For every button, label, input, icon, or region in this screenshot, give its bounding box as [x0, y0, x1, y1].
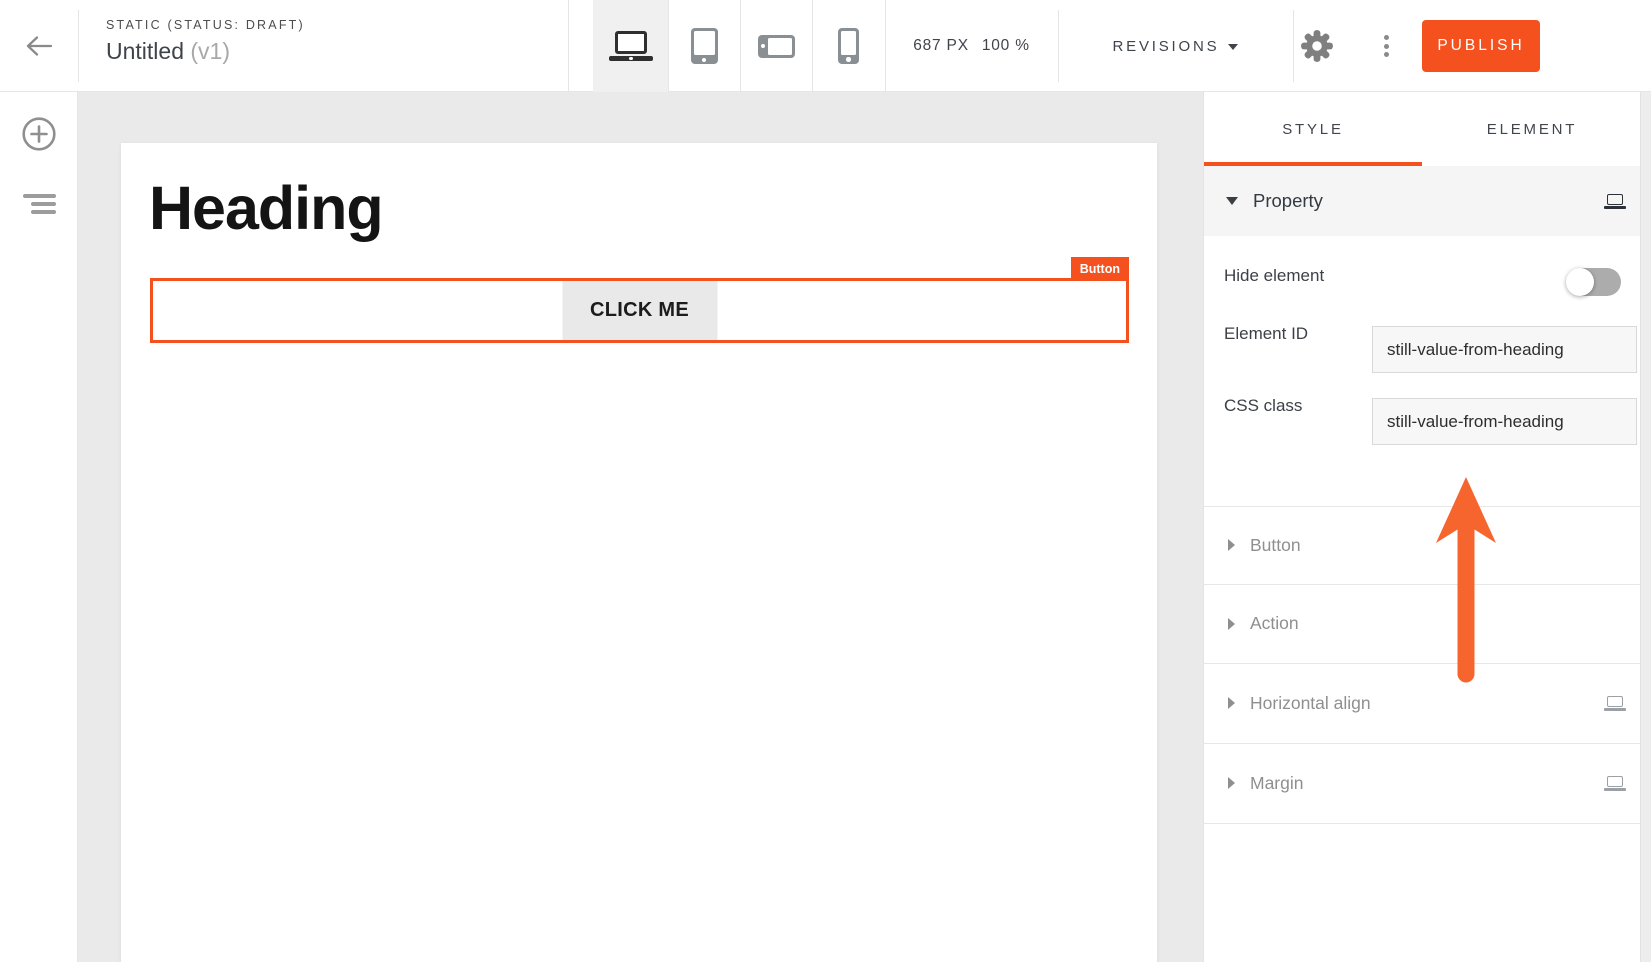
list-icon	[23, 194, 56, 198]
selection-tag: Button	[1071, 257, 1129, 281]
zoom-level[interactable]: 100 %	[982, 37, 1030, 55]
section-button-label: Button	[1250, 535, 1301, 556]
device-tablet-button[interactable]	[668, 0, 740, 92]
section-property-header[interactable]: Property	[1204, 166, 1641, 236]
publish-button[interactable]: PUBLISH	[1422, 20, 1540, 72]
page-card[interactable]: Heading Button CLICK ME	[121, 143, 1157, 962]
revisions-label: REVISIONS	[1113, 38, 1220, 55]
section-button-header[interactable]: Button	[1204, 506, 1641, 584]
section-horizontal-align-label: Horizontal align	[1250, 693, 1371, 714]
canvas-button-element[interactable]: CLICK ME	[562, 281, 717, 340]
element-id-input[interactable]	[1372, 326, 1637, 373]
plus-circle-icon	[20, 115, 58, 153]
device-tablet-landscape-button[interactable]	[740, 0, 812, 92]
selected-element-outline[interactable]: Button CLICK ME	[150, 278, 1129, 343]
section-margin-header[interactable]: Margin	[1204, 743, 1641, 823]
tablet-landscape-icon	[758, 35, 795, 58]
breakpoint-laptop-icon	[1604, 776, 1626, 791]
phone-icon	[838, 28, 859, 64]
chevron-right-icon	[1228, 777, 1235, 789]
viewport-width: 687 PX	[913, 37, 969, 55]
divider	[1204, 823, 1641, 824]
left-toolbar	[0, 92, 78, 962]
laptop-icon	[609, 31, 653, 61]
revisions-dropdown[interactable]: REVISIONS	[1058, 0, 1293, 92]
device-desktop-button[interactable]	[593, 0, 668, 92]
tablet-icon	[691, 28, 718, 64]
panel-scroll-gutter[interactable]	[1640, 92, 1651, 962]
page-title: Untitled	[106, 38, 184, 64]
more-options-button[interactable]	[1374, 28, 1398, 64]
back-arrow-icon	[24, 35, 54, 57]
top-bar: STATIC (STATUS: DRAFT) Untitled (v1)	[0, 0, 1651, 92]
hide-element-toggle[interactable]	[1567, 268, 1621, 296]
page-title-block: STATIC (STATUS: DRAFT) Untitled (v1)	[106, 18, 305, 65]
breakpoint-laptop-icon	[1604, 194, 1626, 209]
properties-panel: STYLE ELEMENT Property Hide element Elem…	[1203, 92, 1640, 962]
page-version: (v1)	[190, 38, 230, 64]
settings-button[interactable]	[1300, 29, 1334, 63]
chevron-right-icon	[1228, 539, 1235, 551]
section-margin-label: Margin	[1250, 773, 1304, 794]
back-button[interactable]	[0, 0, 78, 92]
triangle-down-icon	[1226, 197, 1238, 205]
chevron-right-icon	[1228, 618, 1235, 630]
element-id-label: Element ID	[1224, 324, 1308, 344]
page-heading[interactable]: Heading	[149, 173, 383, 243]
section-action-label: Action	[1250, 613, 1299, 634]
kebab-menu-icon	[1384, 35, 1389, 40]
viewport-info: 687 PX 100 %	[885, 0, 1058, 92]
hide-element-label: Hide element	[1224, 266, 1324, 286]
css-class-label: CSS class	[1224, 396, 1302, 416]
breakpoint-laptop-icon	[1604, 696, 1626, 711]
divider	[1293, 10, 1294, 82]
css-class-input[interactable]	[1372, 398, 1637, 445]
divider	[78, 10, 79, 82]
caret-down-icon	[1228, 44, 1238, 50]
section-action-header[interactable]: Action	[1204, 584, 1641, 663]
section-horizontal-align-header[interactable]: Horizontal align	[1204, 663, 1641, 743]
tab-style[interactable]: STYLE	[1204, 92, 1422, 166]
add-element-button[interactable]	[20, 115, 58, 153]
page-structure-button[interactable]	[22, 194, 56, 220]
device-phone-button[interactable]	[812, 0, 885, 92]
gear-icon	[1300, 29, 1334, 63]
annotation-arrow-up	[1435, 477, 1497, 692]
page-status: STATIC (STATUS: DRAFT)	[106, 18, 305, 32]
toggle-knob	[1566, 268, 1594, 296]
chevron-right-icon	[1228, 697, 1235, 709]
divider	[568, 0, 569, 92]
tab-element[interactable]: ELEMENT	[1423, 92, 1641, 166]
section-property-label: Property	[1253, 190, 1323, 212]
